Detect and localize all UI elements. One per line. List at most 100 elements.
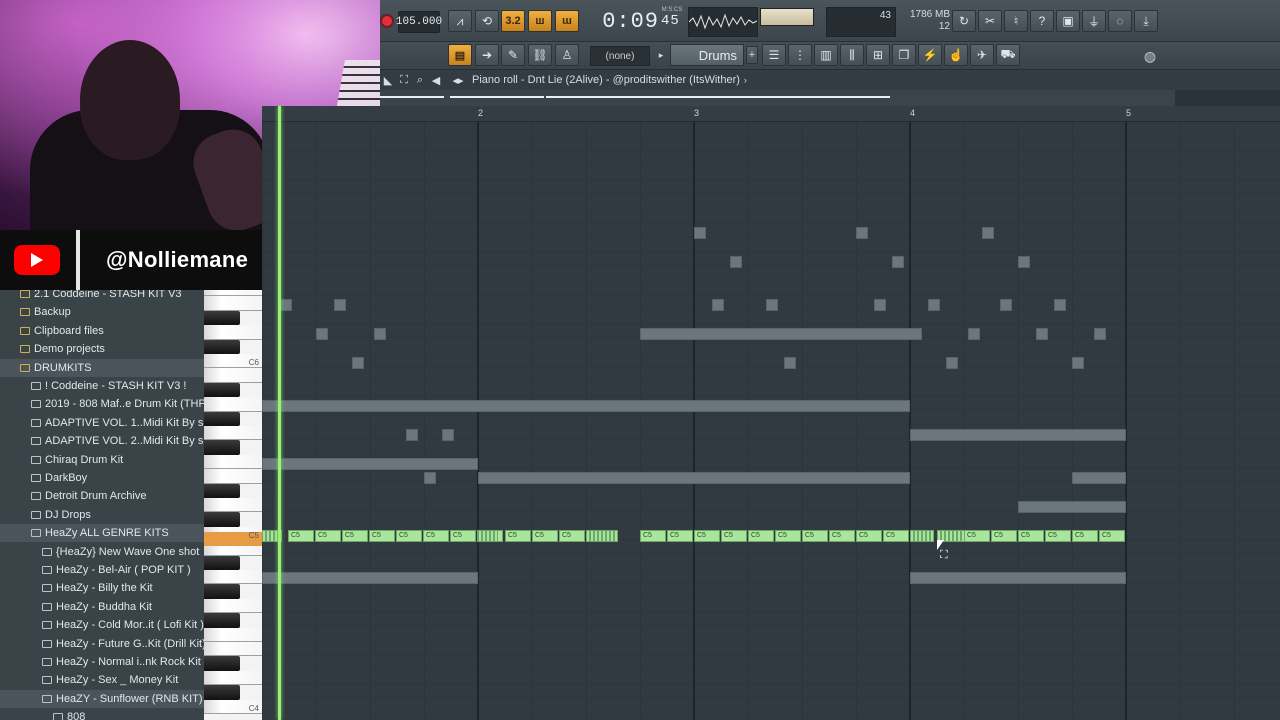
- browser-item[interactable]: Demo projects: [0, 340, 204, 358]
- note[interactable]: [766, 299, 778, 311]
- browser-item[interactable]: ADAPTIVE VOL. 2..Midi Kit By slim: [0, 432, 204, 450]
- note[interactable]: [262, 400, 910, 412]
- browser-item[interactable]: HeaZy - Buddha Kit: [0, 598, 204, 616]
- black-key[interactable]: [204, 440, 240, 455]
- white-key[interactable]: [204, 469, 262, 484]
- link-button[interactable]: ⛓: [528, 44, 552, 66]
- browser-item[interactable]: HeaZy ALL GENRE KITS: [0, 524, 204, 543]
- master-volume-meter[interactable]: [760, 8, 814, 26]
- select-icon[interactable]: ⛶: [396, 74, 412, 87]
- browser-item[interactable]: Clipboard files: [0, 322, 204, 340]
- note-c5[interactable]: C5: [775, 530, 801, 542]
- chat-button[interactable]: ◌: [1108, 10, 1132, 32]
- note[interactable]: [280, 299, 292, 311]
- options-arrow-icon[interactable]: ◣: [380, 74, 396, 87]
- note-c5[interactable]: C5: [369, 530, 395, 542]
- browser-item[interactable]: HeaZy - Future G..Kit (Drill Kit): [0, 635, 204, 653]
- tree-button[interactable]: ⊞: [866, 44, 890, 66]
- note-c5[interactable]: C5: [450, 530, 476, 542]
- note-c5[interactable]: C5: [1072, 530, 1098, 542]
- arrow-tool-button[interactable]: ➔: [475, 44, 499, 66]
- note[interactable]: [352, 357, 364, 369]
- note[interactable]: [640, 328, 922, 340]
- note-c5[interactable]: C5: [721, 530, 747, 542]
- browser-item[interactable]: DJ Drops: [0, 506, 204, 524]
- note[interactable]: [316, 328, 328, 340]
- note[interactable]: [892, 256, 904, 268]
- browser-item[interactable]: 808: [0, 708, 204, 720]
- browser-item[interactable]: Backup: [0, 303, 204, 321]
- note-c5[interactable]: C5: [964, 530, 990, 542]
- channel-menu-icon[interactable]: ◂▸: [450, 74, 466, 87]
- black-key[interactable]: [204, 555, 240, 570]
- note[interactable]: [784, 357, 796, 369]
- note[interactable]: [1094, 328, 1106, 340]
- black-key[interactable]: [204, 339, 240, 354]
- black-key[interactable]: [204, 310, 240, 326]
- wait-input-button[interactable]: ⟲: [475, 10, 499, 32]
- overview-scrollbar-end[interactable]: [1175, 90, 1280, 106]
- note[interactable]: [1018, 501, 1126, 513]
- white-key[interactable]: [204, 426, 262, 441]
- browser-item[interactable]: Chiraq Drum Kit: [0, 451, 204, 469]
- note-c5[interactable]: C5: [829, 530, 855, 542]
- channel-selector[interactable]: Drums: [670, 44, 744, 66]
- note[interactable]: [946, 357, 958, 369]
- globe-icon[interactable]: ◍: [1140, 46, 1160, 66]
- note[interactable]: [406, 429, 418, 441]
- note-c5[interactable]: C5: [315, 530, 341, 542]
- note-c5[interactable]: C5: [694, 530, 720, 542]
- white-key[interactable]: [204, 570, 262, 585]
- browser-item[interactable]: HeaZy - Sex _ Money Kit: [0, 671, 204, 689]
- note[interactable]: [262, 572, 478, 584]
- add-channel-button[interactable]: +: [746, 46, 758, 64]
- mic-button[interactable]: ♮: [1004, 10, 1028, 32]
- browser-item[interactable]: 2019 - 808 Maf..e Drum Kit (THP): [0, 395, 204, 413]
- plugin-button[interactable]: ⏚: [1082, 10, 1106, 32]
- note-c5[interactable]: C5: [559, 530, 585, 542]
- piano-roll-overview-scrollbar[interactable]: [380, 90, 1175, 106]
- white-key[interactable]: [204, 627, 262, 642]
- white-key[interactable]: [204, 454, 262, 470]
- note[interactable]: [968, 328, 980, 340]
- channel-prev-arrow[interactable]: ▸: [656, 48, 666, 62]
- white-key[interactable]: [204, 598, 262, 614]
- note-c5[interactable]: C5: [1045, 530, 1071, 542]
- note-c5[interactable]: [930, 530, 934, 542]
- note[interactable]: [910, 572, 1126, 584]
- note[interactable]: [928, 299, 940, 311]
- tempo-display[interactable]: 105.000: [396, 11, 442, 33]
- zoom-icon[interactable]: ⌕: [412, 74, 428, 87]
- speaker-icon[interactable]: ◀: [428, 74, 444, 87]
- note-c5[interactable]: C5: [1018, 530, 1044, 542]
- stamp-button[interactable]: ♙: [555, 44, 579, 66]
- metronome-button[interactable]: ⩘: [448, 10, 472, 32]
- black-key[interactable]: [204, 483, 240, 498]
- note[interactable]: [1072, 472, 1126, 484]
- reset-button[interactable]: ↻: [952, 10, 976, 32]
- touch-button[interactable]: ☝: [944, 44, 968, 66]
- white-key[interactable]: [204, 498, 262, 513]
- note[interactable]: [1000, 299, 1012, 311]
- note[interactable]: [442, 429, 454, 441]
- note[interactable]: [1072, 357, 1084, 369]
- note-c5[interactable]: [494, 530, 498, 542]
- note-c5[interactable]: C5: [396, 530, 422, 542]
- note[interactable]: [374, 328, 386, 340]
- note[interactable]: [874, 299, 886, 311]
- browser-item[interactable]: ADAPTIVE VOL. 1..Midi Kit By slim: [0, 414, 204, 432]
- piano-keyboard[interactable]: C6 C5 C4: [204, 290, 262, 720]
- note[interactable]: [730, 256, 742, 268]
- plugin-picker-button[interactable]: ⚡: [918, 44, 942, 66]
- note-c5[interactable]: C5: [423, 530, 449, 542]
- download-button[interactable]: ⤓: [1134, 10, 1158, 32]
- browser-item[interactable]: DarkBoy: [0, 469, 204, 487]
- black-key[interactable]: [204, 685, 240, 700]
- note-c5[interactable]: [614, 530, 618, 542]
- note[interactable]: [334, 299, 346, 311]
- playhead[interactable]: [278, 106, 281, 720]
- snap-selector[interactable]: (none): [590, 46, 650, 66]
- save-button[interactable]: ▣: [1056, 10, 1080, 32]
- note-c5[interactable]: C5: [532, 530, 558, 542]
- record-button[interactable]: [380, 14, 394, 28]
